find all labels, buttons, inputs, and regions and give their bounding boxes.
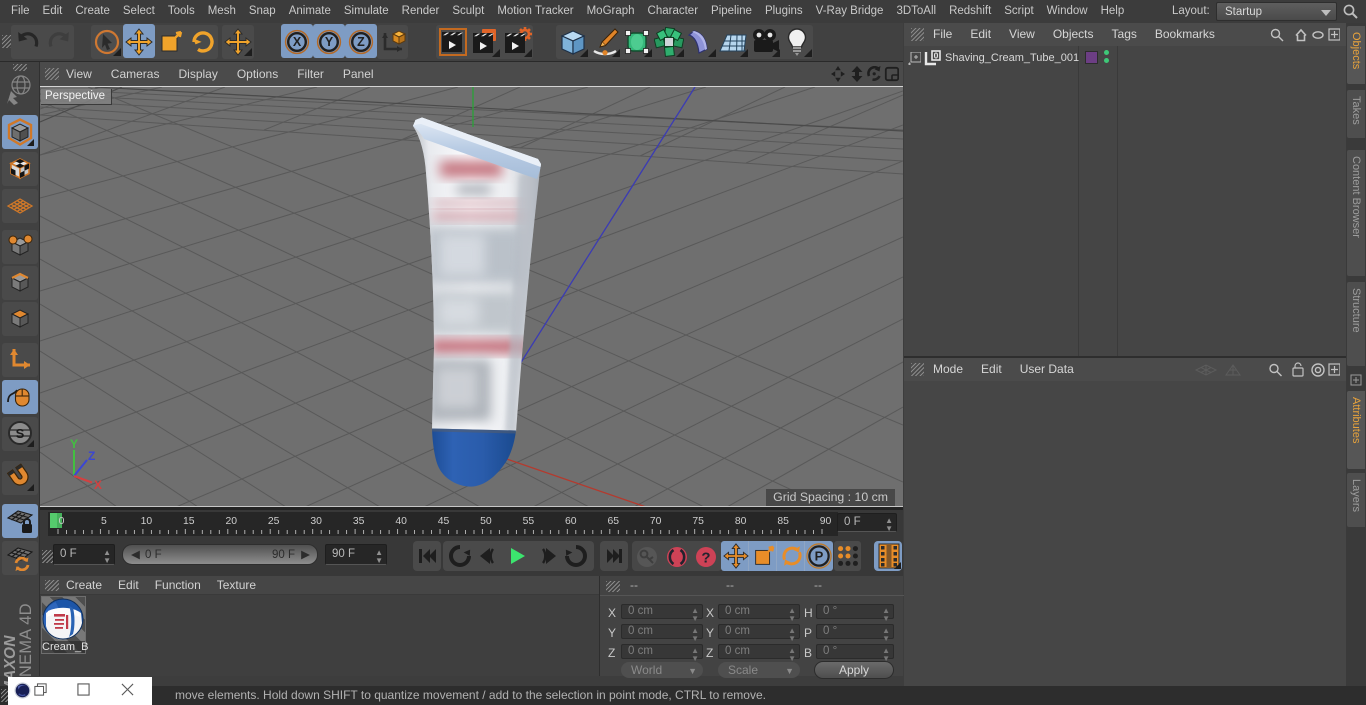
- svg-text:50: 50: [480, 516, 492, 527]
- svg-text:30: 30: [310, 516, 322, 527]
- svg-text:85: 85: [777, 516, 789, 527]
- svg-text:75: 75: [692, 516, 704, 527]
- svg-text:0: 0: [59, 516, 65, 527]
- svg-text:0: 0: [934, 51, 939, 61]
- svg-text:60: 60: [565, 516, 577, 527]
- svg-text:Y: Y: [70, 438, 78, 451]
- svg-text:?: ?: [701, 550, 710, 567]
- svg-text:90: 90: [820, 516, 832, 527]
- svg-text:35: 35: [353, 516, 365, 527]
- svg-text:Y: Y: [325, 35, 334, 49]
- svg-text:45: 45: [438, 516, 450, 527]
- svg-text:65: 65: [608, 516, 620, 527]
- svg-text:80: 80: [735, 516, 747, 527]
- svg-text:S: S: [16, 426, 25, 441]
- svg-text:Z: Z: [88, 449, 95, 463]
- svg-text:40: 40: [395, 516, 407, 527]
- svg-text:5: 5: [101, 516, 107, 527]
- svg-text:X: X: [293, 35, 302, 49]
- svg-text:X: X: [94, 478, 102, 492]
- svg-text:P: P: [815, 549, 824, 564]
- svg-text:15: 15: [183, 516, 195, 527]
- svg-text:55: 55: [523, 516, 535, 527]
- svg-text:Z: Z: [357, 35, 365, 49]
- svg-text:70: 70: [650, 516, 662, 527]
- svg-text:10: 10: [141, 516, 153, 527]
- svg-text:20: 20: [226, 516, 238, 527]
- svg-text:25: 25: [268, 516, 280, 527]
